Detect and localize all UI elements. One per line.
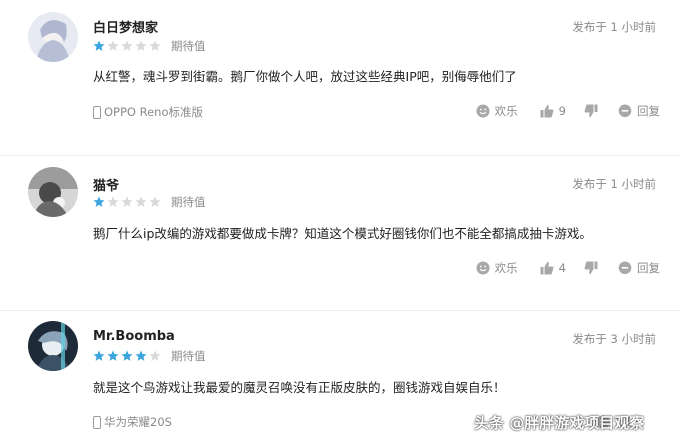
rating-label: 期待值 xyxy=(171,349,206,363)
username[interactable]: 猫爷 xyxy=(93,175,119,194)
fun-label: 欢乐 xyxy=(494,261,518,275)
rating: 期待值 xyxy=(93,195,206,209)
comment-text: 鹅厂什么ip改编的游戏都要做成卡牌？知道这个模式好圈钱你们也不能全都搞成抽卡游戏… xyxy=(93,226,592,241)
star-rating xyxy=(93,40,161,52)
comment-text: 就是这个鸟游戏让我最爱的魔灵召唤没有正版皮肤的，圈钱游戏自娱自乐！ xyxy=(93,380,506,395)
device-name: OPPO Reno标准版 xyxy=(104,105,204,119)
star-filled-icon xyxy=(121,350,133,361)
star-empty-icon xyxy=(135,196,147,207)
star-filled-icon xyxy=(93,196,105,207)
comment-actions: 欢乐 9 回复 xyxy=(476,103,660,119)
comment-item: 白日梦想家 发布于 1 小时前 期待值 从红警，魂斗罗到街霸。鹅厂你做个人吧，放… xyxy=(0,0,680,155)
star-empty-icon xyxy=(149,40,161,51)
rating: 期待值 xyxy=(93,39,206,53)
star-rating xyxy=(93,196,161,208)
like-count: 9 xyxy=(558,104,566,118)
reply-label: 回复 xyxy=(637,104,660,118)
star-filled-icon xyxy=(135,350,147,361)
star-empty-icon xyxy=(107,40,119,51)
timestamp: 发布于 1 小时前 xyxy=(572,20,656,34)
like-button[interactable]: 4 xyxy=(540,261,566,275)
star-rating xyxy=(93,350,161,362)
thumbs-up-icon xyxy=(540,104,554,118)
like-button[interactable]: 9 xyxy=(540,104,566,118)
star-empty-icon xyxy=(149,350,161,361)
star-empty-icon xyxy=(121,196,133,207)
star-filled-icon xyxy=(107,350,119,361)
thumbs-down-icon xyxy=(584,104,598,118)
star-empty-icon xyxy=(135,40,147,51)
star-empty-icon xyxy=(107,196,119,207)
device-info: 华为荣耀20S xyxy=(93,414,172,430)
star-empty-icon xyxy=(121,40,133,51)
thumbs-up-icon xyxy=(540,261,554,275)
rating: 期待值 xyxy=(93,349,206,363)
reply-button[interactable]: 回复 xyxy=(618,103,660,119)
username[interactable]: 白日梦想家 xyxy=(93,17,158,36)
phone-icon xyxy=(93,415,101,429)
reply-label: 回复 xyxy=(637,261,660,275)
rating-label: 期待值 xyxy=(171,39,206,53)
avatar[interactable] xyxy=(28,12,78,62)
dislike-button[interactable] xyxy=(584,261,598,275)
reply-bubble-icon xyxy=(618,104,632,118)
comment-item: 猫爷 发布于 1 小时前 期待值 鹅厂什么ip改编的游戏都要做成卡牌？知道这个模… xyxy=(0,155,680,310)
thumbs-down-icon xyxy=(584,261,598,275)
fun-button[interactable]: 欢乐 xyxy=(476,103,518,119)
fun-button[interactable]: 欢乐 xyxy=(476,260,518,276)
star-filled-icon xyxy=(93,350,105,361)
comment-actions: 欢乐 4 回复 xyxy=(476,260,660,276)
username[interactable]: Mr.Boomba xyxy=(93,329,175,344)
avatar[interactable] xyxy=(28,321,78,371)
fun-label: 欢乐 xyxy=(494,104,518,118)
device-name: 华为荣耀20S xyxy=(104,415,172,429)
watermark: 头条 @胖胖游戏项目观察 xyxy=(474,414,645,432)
reply-bubble-icon xyxy=(618,261,632,275)
smiley-icon xyxy=(476,261,490,275)
dislike-button[interactable] xyxy=(584,104,598,118)
rating-label: 期待值 xyxy=(171,195,206,209)
timestamp: 发布于 1 小时前 xyxy=(572,177,656,191)
star-empty-icon xyxy=(149,196,161,207)
reply-button[interactable]: 回复 xyxy=(618,260,660,276)
smiley-icon xyxy=(476,104,490,118)
like-count: 4 xyxy=(558,261,566,275)
device-info: OPPO Reno标准版 xyxy=(93,104,203,120)
star-filled-icon xyxy=(93,40,105,51)
phone-icon xyxy=(93,105,101,119)
avatar[interactable] xyxy=(28,167,78,217)
comment-text: 从红警，魂斗罗到街霸。鹅厂你做个人吧，放过这些经典IP吧，别侮辱他们了 xyxy=(93,69,517,84)
timestamp: 发布于 3 小时前 xyxy=(572,332,656,346)
